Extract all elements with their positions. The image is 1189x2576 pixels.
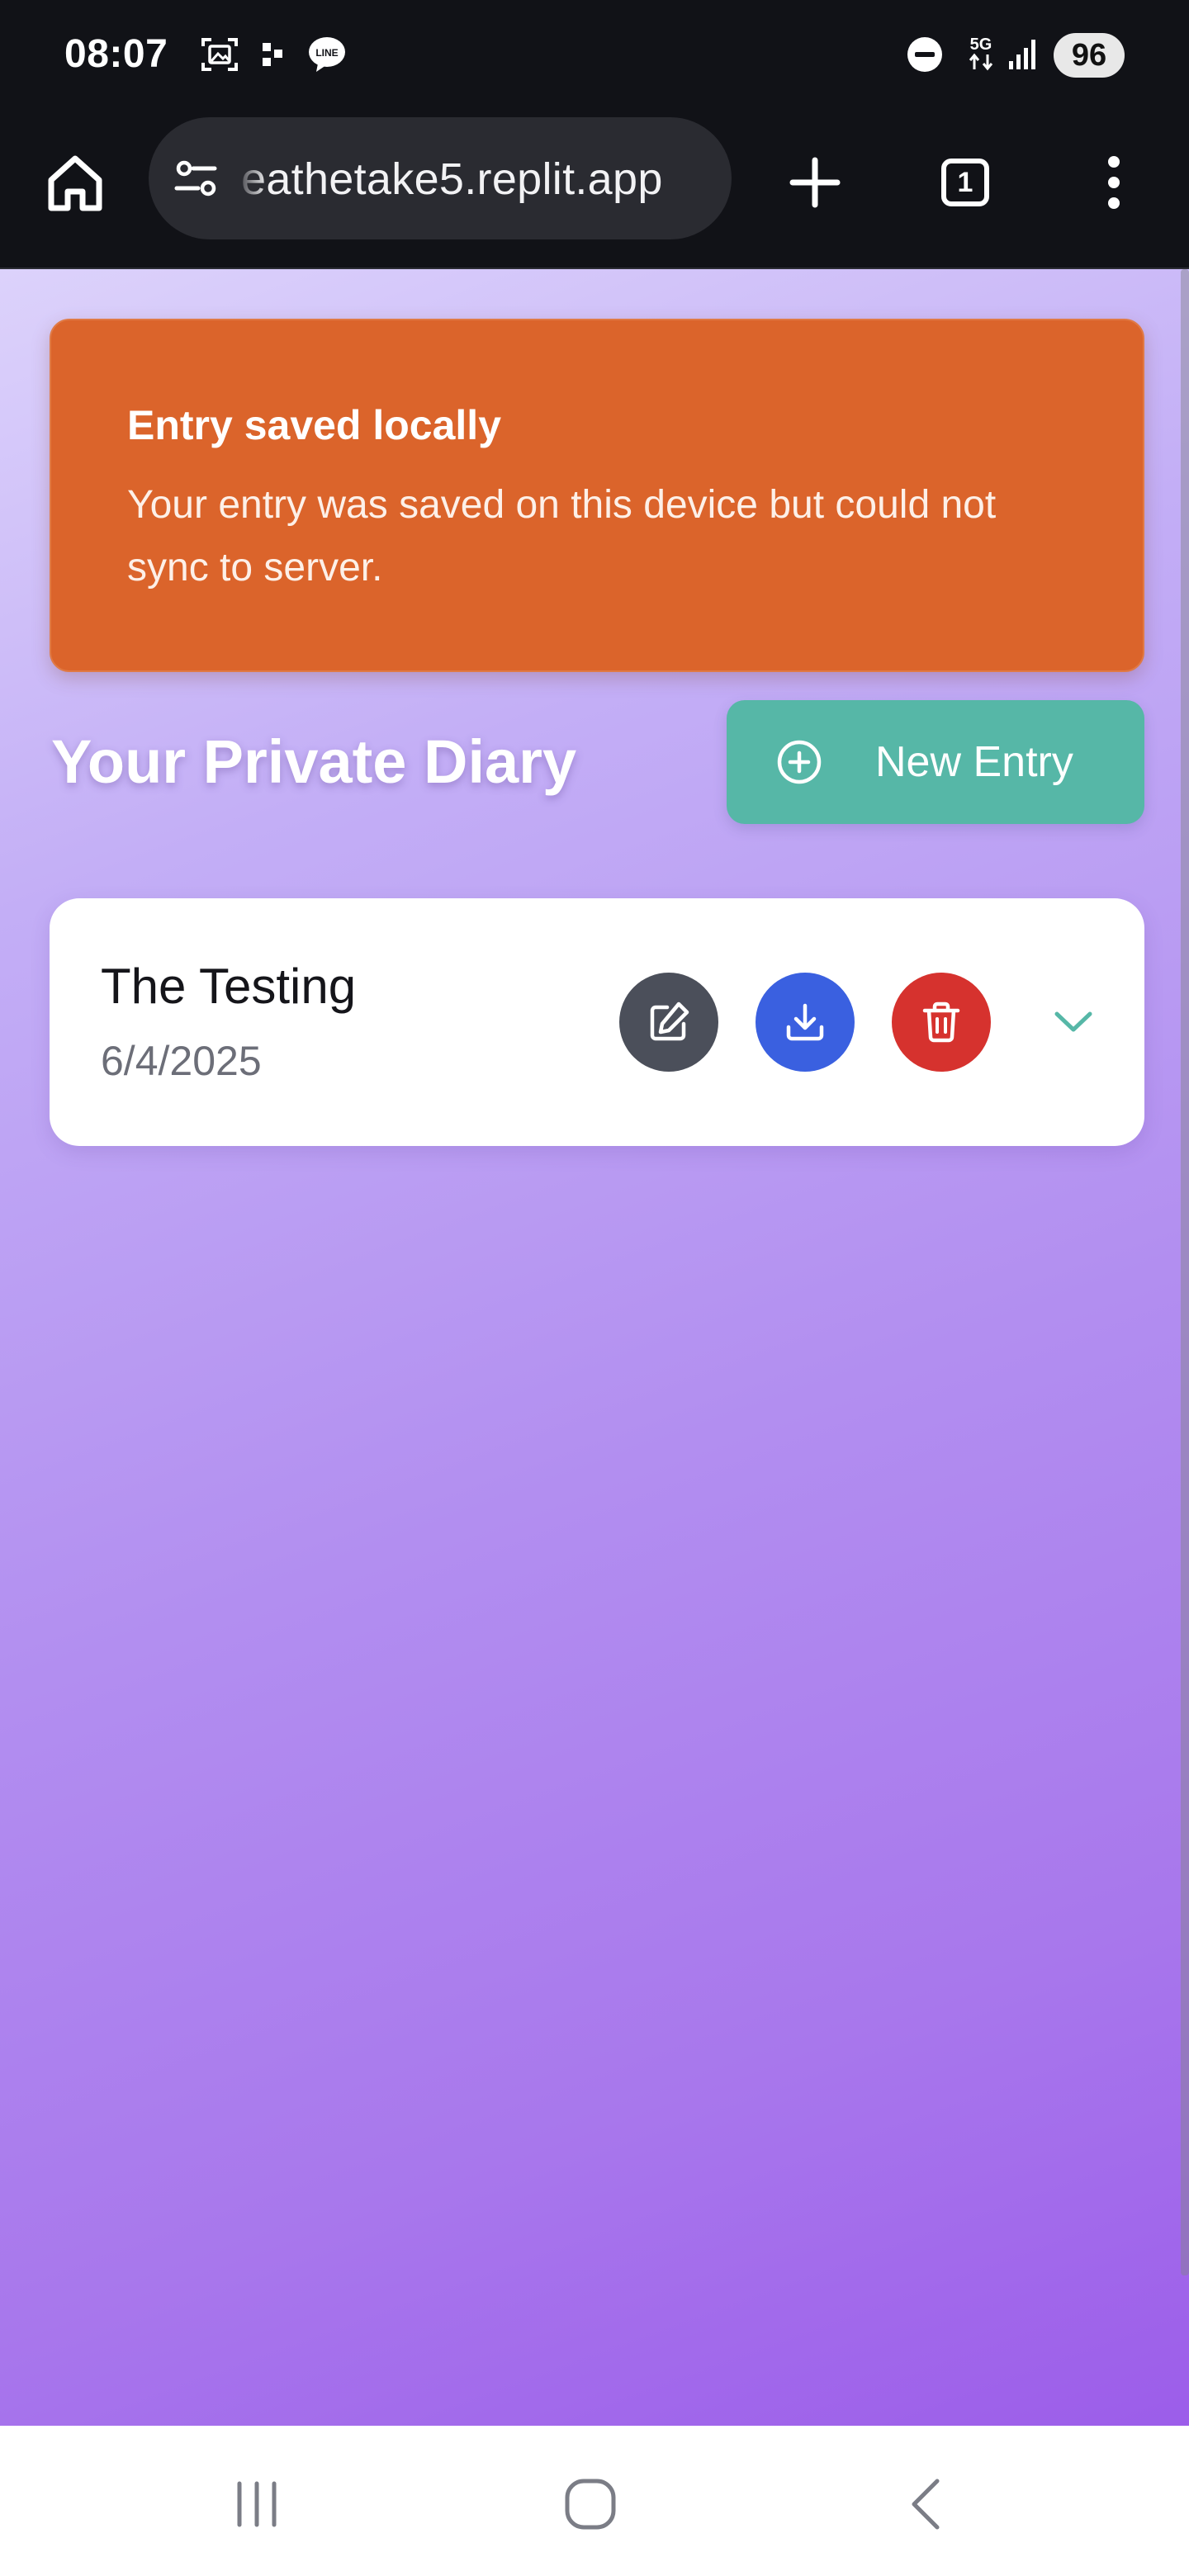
line-app-icon: LINE bbox=[306, 33, 348, 76]
plus-icon bbox=[789, 157, 841, 208]
diary-page: Entry saved locally Your entry was saved… bbox=[0, 269, 1189, 2426]
toast-title: Entry saved locally bbox=[127, 402, 502, 448]
recents-icon bbox=[237, 2481, 277, 2527]
url-fade bbox=[234, 117, 268, 239]
back-icon bbox=[912, 2479, 940, 2530]
do-not-disturb-icon bbox=[903, 33, 946, 76]
system-nav-bar bbox=[0, 2426, 1189, 2576]
page-scrollbar[interactable] bbox=[1181, 269, 1189, 2275]
home-circle-icon bbox=[565, 2479, 616, 2530]
tabs-icon: 1 bbox=[941, 159, 989, 206]
battery-level: 96 bbox=[1054, 33, 1125, 78]
back-button[interactable] bbox=[888, 2467, 963, 2541]
new-tab-button[interactable] bbox=[779, 147, 850, 218]
screenshot-icon bbox=[198, 33, 241, 76]
entry-date: 6/4/2025 bbox=[101, 1038, 262, 1084]
browser-toolbar: eathetake5.replit.app 1 bbox=[0, 112, 1189, 270]
tune-icon[interactable] bbox=[172, 154, 221, 203]
trash-icon bbox=[922, 1002, 960, 1043]
page-title: Your Private Diary bbox=[51, 727, 577, 796]
edit-entry-button[interactable] bbox=[619, 973, 718, 1072]
address-bar[interactable]: eathetake5.replit.app bbox=[149, 117, 732, 239]
app-grid-icon bbox=[254, 33, 297, 76]
new-entry-button[interactable]: New Entry bbox=[727, 700, 1144, 824]
more-vert-icon bbox=[1108, 156, 1120, 209]
expand-entry-button[interactable] bbox=[1040, 989, 1106, 1055]
sync-warning-toast: Entry saved locally Your entry was saved… bbox=[50, 319, 1144, 672]
status-time: 08:07 bbox=[64, 32, 168, 76]
download-entry-button[interactable] bbox=[756, 973, 855, 1072]
home-icon bbox=[48, 155, 102, 211]
line-badge-text: LINE bbox=[315, 47, 338, 59]
plus-circle-icon bbox=[777, 740, 822, 784]
tab-switcher-button[interactable]: 1 bbox=[930, 147, 1001, 218]
chevron-down-icon bbox=[1054, 1011, 1092, 1032]
download-icon bbox=[786, 1003, 824, 1041]
browser-home-button[interactable] bbox=[40, 147, 111, 218]
status-bar: 08:07 LINE 5G 96 bbox=[0, 0, 1189, 112]
network-5g-icon: 5G bbox=[959, 33, 1002, 76]
url-text[interactable]: eathetake5.replit.app bbox=[241, 154, 663, 205]
signal-icon bbox=[1002, 33, 1045, 76]
home-button[interactable] bbox=[553, 2467, 628, 2541]
browser-menu-button[interactable] bbox=[1078, 147, 1149, 218]
delete-entry-button[interactable] bbox=[892, 973, 991, 1072]
edit-icon bbox=[650, 1002, 689, 1041]
toast-message: Your entry was saved on this device but … bbox=[127, 483, 997, 590]
new-entry-label: New Entry bbox=[875, 738, 1073, 786]
diary-entry-card[interactable]: The Testing 6/4/2025 bbox=[50, 898, 1144, 1146]
network-label: 5G bbox=[970, 36, 992, 54]
entry-title[interactable]: The Testing bbox=[101, 958, 356, 1015]
recents-button[interactable] bbox=[220, 2467, 294, 2541]
